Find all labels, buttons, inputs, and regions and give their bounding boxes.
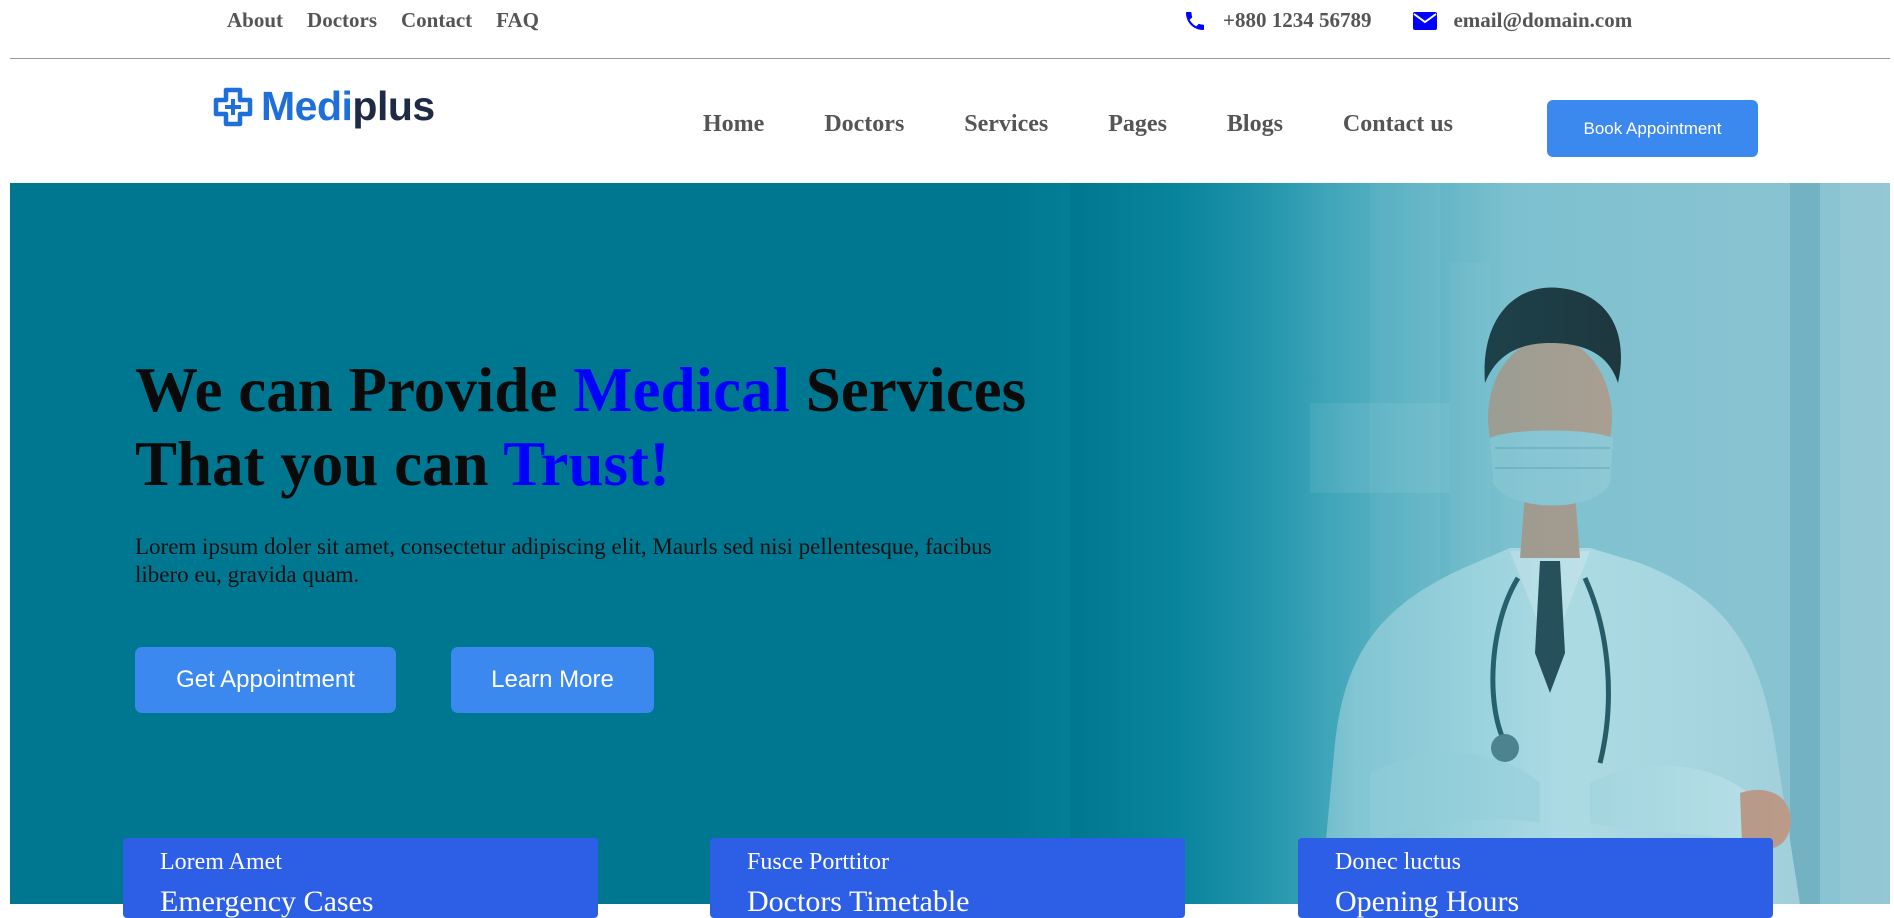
top-link-doctors[interactable]: Doctors [307,8,377,33]
top-bar: About Doctors Contact FAQ +880 1234 5678… [0,0,1894,58]
hero-title-highlight-medical: Medical [573,355,790,425]
nav-contact-us[interactable]: Contact us [1343,111,1453,138]
hero-section: We can Provide Medical Services That you … [10,183,1890,904]
top-link-contact[interactable]: Contact [401,8,472,33]
nav-pages[interactable]: Pages [1108,111,1167,138]
nav-blogs[interactable]: Blogs [1227,111,1283,138]
hero-title-line2-start: That you can [135,429,504,499]
logo-text: Mediplus [261,86,435,127]
feature-card-subtitle: Emergency Cases [160,885,374,918]
phone-number: +880 1234 56789 [1223,8,1372,32]
doctor-photo [1070,183,1890,904]
phone-contact[interactable]: +880 1234 56789 [1183,8,1371,33]
nav-services[interactable]: Services [964,111,1048,138]
top-contact: +880 1234 56789 email@domain.com [1183,8,1632,33]
feature-card-title: Fusce Porttitor [747,849,889,875]
feature-card-hours[interactable]: Donec luctus Opening Hours [1298,838,1773,918]
hero-title: We can Provide Medical Services That you … [135,353,1026,501]
hero-description: Lorem ipsum doler sit amet, consectetur … [135,534,992,587]
medical-cross-icon [213,87,253,126]
logo[interactable]: Mediplus [213,86,435,127]
nav-home[interactable]: Home [703,111,764,138]
phone-icon [1186,11,1204,30]
feature-card-title: Donec luctus [1335,849,1461,875]
logo-text-medi: Medi [261,83,353,129]
hero-title-line1-start: We can Provide [135,355,574,425]
logo-text-plus: plus [352,83,435,129]
top-links: About Doctors Contact FAQ [227,8,539,33]
feature-card-title: Lorem Amet [160,849,282,875]
top-link-about[interactable]: About [227,8,283,33]
hero-title-highlight-trust: Trust! [503,429,671,499]
main-nav: Home Doctors Services Pages Blogs Contac… [703,111,1453,138]
email-contact[interactable]: email@domain.com [1413,8,1632,33]
book-appointment-button[interactable]: Book Appointment [1547,100,1758,157]
get-appointment-button[interactable]: Get Appointment [135,647,396,713]
feature-card-emergency[interactable]: Lorem Amet Emergency Cases [123,838,598,918]
envelope-icon [1413,11,1438,30]
main-header: Mediplus Home Doctors Services Pages Blo… [0,59,1894,183]
feature-card-timetable[interactable]: Fusce Porttitor Doctors Timetable [710,838,1185,918]
feature-card-subtitle: Doctors Timetable [747,885,970,918]
hero-title-line1-end: Services [789,355,1027,425]
feature-card-subtitle: Opening Hours [1335,885,1520,918]
top-link-faq[interactable]: FAQ [496,8,539,33]
nav-doctors[interactable]: Doctors [824,111,904,138]
email-address: email@domain.com [1453,8,1633,32]
learn-more-button[interactable]: Learn More [451,647,654,713]
